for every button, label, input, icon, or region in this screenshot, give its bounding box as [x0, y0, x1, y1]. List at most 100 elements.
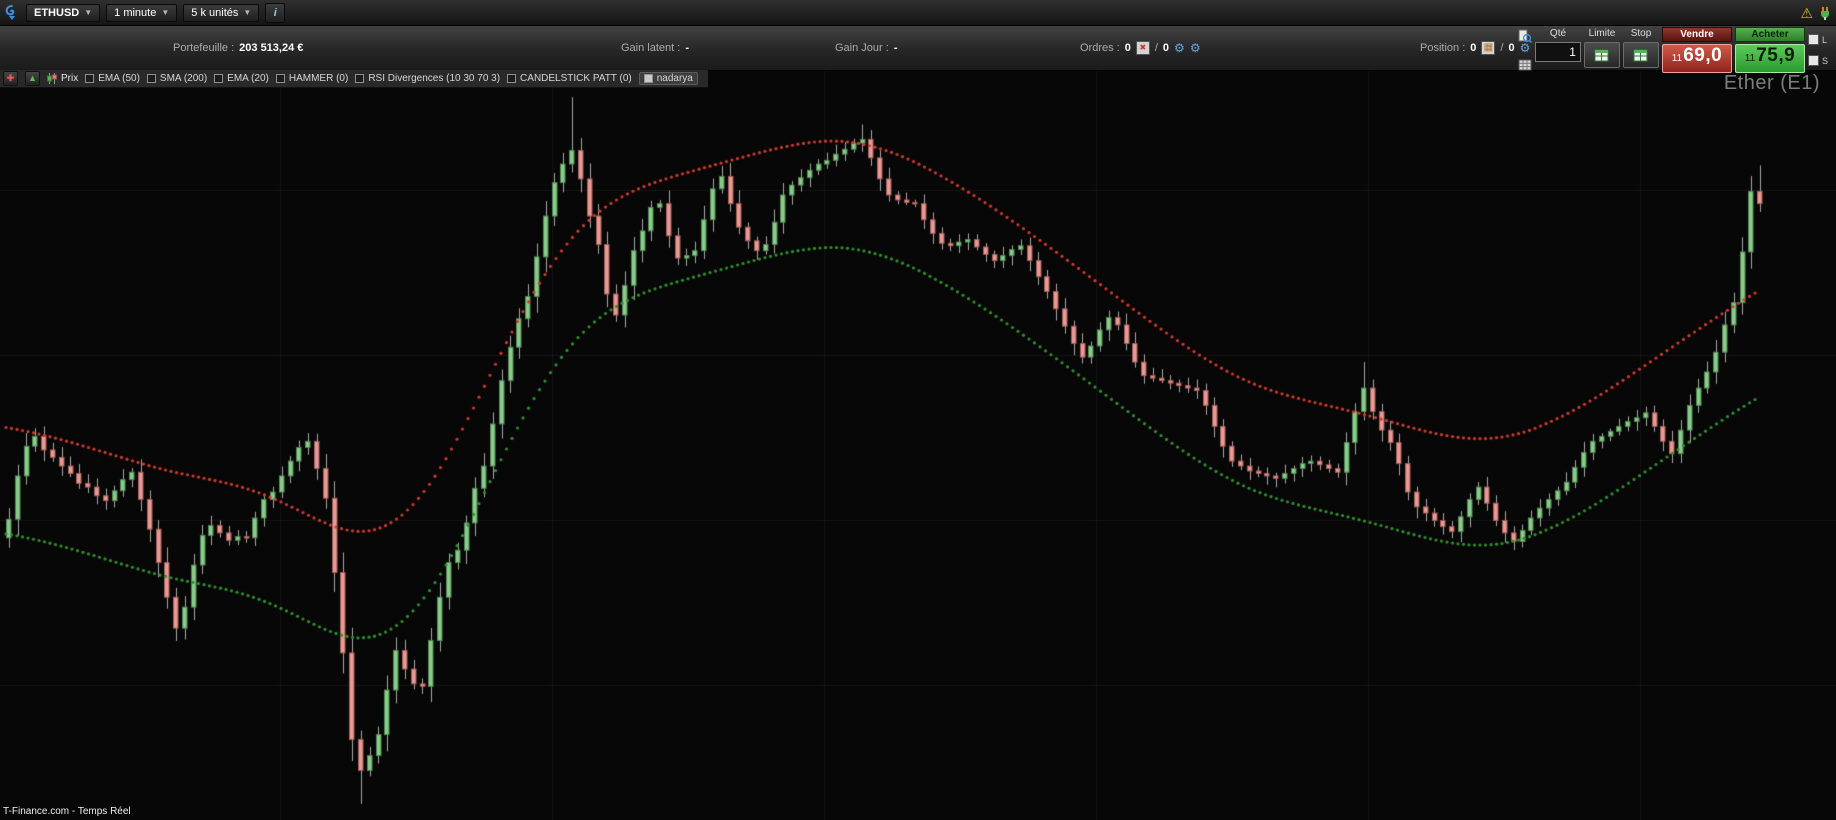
- chevron-down-icon: ▼: [243, 8, 252, 17]
- indicator-label: HAMMER (0): [288, 73, 349, 84]
- indicator-toggle-ema-50[interactable]: EMA (50): [85, 73, 140, 84]
- sell-price: 69,0: [1683, 45, 1723, 66]
- gain-day-stat: Gain Jour : -: [835, 26, 897, 70]
- sell-price-prefix: 11: [1671, 53, 1683, 64]
- orders-auto-gear-icon[interactable]: ⚙: [1190, 41, 1201, 55]
- buy-price-prefix: 11: [1744, 53, 1756, 64]
- stop-order-table-icon: [1633, 49, 1648, 61]
- gain-latent-value: -: [685, 42, 689, 54]
- units-dropdown[interactable]: 5 k unités ▼: [183, 3, 260, 22]
- checkbox-icon: [214, 74, 224, 83]
- buy-button[interactable]: 11 75,9: [1734, 44, 1805, 73]
- portfolio-label: Portefeuille :: [173, 42, 235, 54]
- indicator-toggle-ema-20[interactable]: EMA (20): [214, 73, 269, 84]
- long-checkbox[interactable]: [1807, 34, 1819, 45]
- indicator-toggle-rsi-divergences-10-30-70-3[interactable]: RSI Divergences (10 30 70 3): [355, 73, 500, 84]
- checkbox-icon: [275, 74, 285, 83]
- indicator-toggle-hammer-0[interactable]: HAMMER (0): [275, 73, 349, 84]
- portfolio-value: 203 513,24 €: [239, 42, 304, 54]
- gain-day-label: Gain Jour :: [835, 42, 889, 54]
- keypad-icon[interactable]: [1518, 59, 1532, 71]
- gain-latent-stat: Gain latent : -: [621, 26, 689, 70]
- orders-label: Ordres :: [1080, 42, 1120, 54]
- position-slash: /: [1500, 42, 1504, 54]
- indicator-label: RSI Divergences (10 30 70 3): [368, 73, 501, 84]
- indicator-label: SMA (200): [159, 73, 208, 84]
- quantity-column: Qté: [1534, 27, 1581, 73]
- stop-order-button[interactable]: [1622, 42, 1659, 68]
- limit-order-table-icon: [1594, 49, 1609, 61]
- checkbox-icon: [146, 74, 156, 83]
- gain-latent-label: Gain latent :: [621, 42, 681, 54]
- timeframe-dropdown[interactable]: 1 minute ▼: [106, 3, 178, 22]
- position-count-2: 0: [1508, 42, 1515, 54]
- sell-column: Vendre 11 69,0: [1661, 27, 1732, 73]
- price-series-toggle[interactable]: Prix: [47, 73, 78, 84]
- units-label: 5 k unités: [191, 6, 239, 19]
- checkbox-icon: [355, 74, 365, 83]
- quantity-input[interactable]: [1534, 42, 1581, 62]
- app-logo-icon: [4, 4, 20, 21]
- orders-count: 0: [1124, 42, 1131, 54]
- feed-status-text: T-Finance.com - Temps Réel: [3, 806, 131, 817]
- indicator-toggle-candelstick-patt-0[interactable]: CANDELSTICK PATT (0): [507, 73, 632, 84]
- symbol-label: ETHUSD: [34, 6, 80, 19]
- checkbox-icon: [507, 74, 517, 83]
- limit-label: Limite: [1588, 28, 1616, 39]
- indicator-label: EMA (50): [98, 73, 140, 84]
- alert-warning-icon[interactable]: ⚠: [1800, 6, 1813, 20]
- price-chart-canvas[interactable]: [0, 70, 1836, 820]
- indicator-toggle-nadarya[interactable]: nadarya: [638, 72, 698, 85]
- limit-order-button[interactable]: [1583, 42, 1620, 68]
- symbol-watermark: Ether (E1): [1723, 72, 1820, 94]
- top-toolbar: ETHUSD ▼ 1 minute ▼ 5 k unités ▼ i ⚠: [0, 0, 1836, 26]
- orders-count-2: 0: [1162, 42, 1170, 54]
- checkbox-icon: [643, 74, 653, 83]
- candlestick-icon: [47, 73, 57, 84]
- chevron-down-icon: ▼: [161, 8, 170, 17]
- indicator-label: CANDELSTICK PATT (0): [520, 73, 632, 84]
- position-stat: Position : 0 ▦ / 0 ⚙: [1420, 26, 1530, 70]
- gain-day-value: -: [893, 42, 898, 54]
- orders-slash: /: [1154, 42, 1158, 54]
- move-up-button[interactable]: ▲: [25, 71, 40, 86]
- order-search-icon[interactable]: [1518, 29, 1532, 43]
- sell-header: Vendre: [1661, 27, 1732, 42]
- stop-label: Stop: [1630, 28, 1652, 39]
- info-button[interactable]: i: [265, 2, 286, 23]
- portfolio-stat: Portefeuille : 203 513,24 €: [173, 26, 303, 70]
- chevron-down-icon: ▼: [84, 8, 93, 17]
- trade-panel: Qté Limite Stop Vendre 11 69: [1518, 27, 1828, 73]
- buy-column: Acheter 11 75,9: [1734, 27, 1805, 73]
- limit-column: Limite: [1583, 27, 1620, 73]
- sell-button[interactable]: 11 69,0: [1661, 44, 1732, 73]
- orders-stat: Ordres : 0 ✖ / 0 ⚙ ⚙: [1080, 26, 1201, 70]
- cancel-orders-icon[interactable]: ✖: [1135, 41, 1150, 55]
- long-checkbox-label: L: [1821, 34, 1827, 45]
- topbar-status-icons: ⚠: [1800, 0, 1832, 26]
- timeframe-label: 1 minute: [114, 6, 157, 19]
- indicator-label: EMA (20): [227, 73, 269, 84]
- add-indicator-button[interactable]: ✚: [3, 71, 18, 86]
- buy-header: Acheter: [1734, 27, 1805, 42]
- connection-status-icon[interactable]: [1818, 6, 1832, 21]
- quantity-label: Qté: [1549, 28, 1567, 39]
- price-series-label: Prix: [61, 73, 79, 84]
- side-options: L S: [1807, 27, 1828, 73]
- checkbox-icon: [85, 74, 95, 83]
- orders-settings-gear-icon[interactable]: ⚙: [1174, 41, 1185, 55]
- indicator-bar: ✚ ▲ Prix EMA (50) SMA (200) EMA (20) HAMMER…: [0, 70, 708, 88]
- chart-area: ✚ ▲ Prix EMA (50) SMA (200) EMA (20) HAMMER…: [0, 70, 1836, 820]
- stop-column: Stop: [1622, 27, 1659, 73]
- buy-price: 75,9: [1756, 45, 1796, 66]
- short-checkbox[interactable]: [1807, 55, 1819, 66]
- symbol-dropdown[interactable]: ETHUSD ▼: [26, 3, 101, 22]
- position-count: 0: [1470, 42, 1477, 54]
- short-checkbox-label: S: [1821, 55, 1828, 66]
- trade-panel-tools: [1518, 27, 1532, 73]
- indicator-toggle-list: EMA (50) SMA (200) EMA (20) HAMMER (0) RSI D…: [85, 72, 698, 85]
- indicator-toggle-sma-200[interactable]: SMA (200): [146, 73, 208, 84]
- close-position-icon[interactable]: ▦: [1481, 41, 1496, 55]
- position-label: Position :: [1420, 42, 1466, 54]
- indicator-label: nadarya: [656, 73, 693, 84]
